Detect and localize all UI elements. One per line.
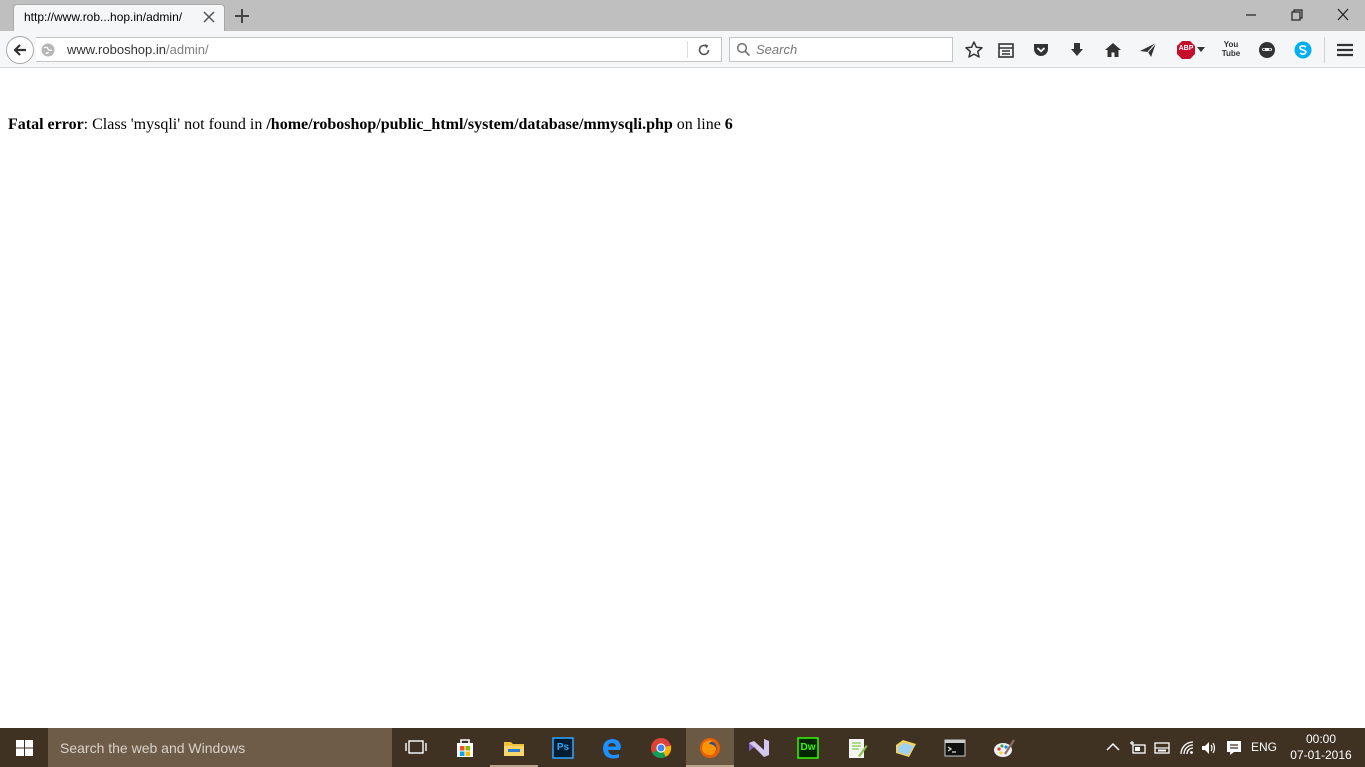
download-icon[interactable] xyxy=(1067,40,1087,60)
youtube-button[interactable]: You Tube xyxy=(1221,39,1241,61)
url-text[interactable]: www.roboshop.in/admin/ xyxy=(67,42,209,57)
error-line-number: 6 xyxy=(724,116,733,133)
visual-studio-icon xyxy=(749,739,769,757)
wifi-icon[interactable] xyxy=(1179,740,1195,756)
clock[interactable]: 00:00 07-01-2016 xyxy=(1285,731,1357,763)
tab-close-icon[interactable] xyxy=(202,10,216,24)
dreamweaver-label: Dw xyxy=(800,742,816,753)
notepad-plus-plus-button[interactable] xyxy=(833,728,881,767)
error-message: Fatal error: Class 'mysqli' not found in… xyxy=(8,98,1348,134)
tab-strip: http://www.rob...hop.in/admin/ xyxy=(0,0,1365,31)
clock-time: 00:00 xyxy=(1305,732,1337,746)
url-separator xyxy=(687,41,688,58)
paint-button[interactable] xyxy=(980,728,1028,767)
store-icon xyxy=(457,739,473,757)
back-button[interactable] xyxy=(6,36,34,64)
paint-icon xyxy=(994,739,1015,757)
error-text-2: on line xyxy=(672,116,725,133)
action-center-icon[interactable] xyxy=(1226,740,1242,756)
language-indicator[interactable]: ENG xyxy=(1251,740,1277,754)
dreamweaver-button[interactable]: Dw xyxy=(784,728,832,767)
menu-icon[interactable] xyxy=(1335,40,1355,60)
visual-studio-button[interactable] xyxy=(735,728,783,767)
windows-logo-icon xyxy=(16,740,33,756)
store-button[interactable] xyxy=(441,728,489,767)
error-file-path: /home/roboshop/public_html/system/databa… xyxy=(266,116,673,133)
taskbar: Ps Dw xyxy=(0,728,1365,767)
notepad-plus-plus-icon xyxy=(849,739,868,758)
folder-icon xyxy=(896,740,916,757)
taskbar-search-box[interactable] xyxy=(48,728,392,767)
search-bar[interactable] xyxy=(729,37,953,62)
error-text-1: : Class 'mysqli' not found in xyxy=(83,116,267,133)
volume-icon[interactable] xyxy=(1201,740,1217,756)
url-host: www.roboshop.in xyxy=(67,42,166,57)
back-arrow-icon xyxy=(13,44,26,56)
command-prompt-icon xyxy=(944,739,966,757)
error-label: Fatal error xyxy=(8,116,84,133)
firefox-button[interactable] xyxy=(686,728,734,767)
adblock-plus-button[interactable]: ABP xyxy=(1176,40,1206,60)
toolbar-separator xyxy=(1324,37,1325,63)
url-path: /admin/ xyxy=(166,42,209,57)
adblock-label: ABP xyxy=(1178,45,1194,52)
command-prompt-button[interactable] xyxy=(931,728,979,767)
search-icon xyxy=(736,42,751,57)
new-tab-icon[interactable] xyxy=(234,8,250,24)
browser-tab[interactable]: http://www.rob...hop.in/admin/ xyxy=(13,4,225,31)
pocket-icon[interactable] xyxy=(1031,40,1051,60)
file-explorer-alt-button[interactable] xyxy=(882,728,930,767)
photoshop-label: Ps xyxy=(556,742,570,753)
chevron-down-icon xyxy=(1197,47,1205,52)
skype-icon[interactable] xyxy=(1293,40,1313,60)
restore-icon[interactable] xyxy=(1287,6,1307,24)
task-view-icon xyxy=(405,740,427,754)
window-close-icon[interactable] xyxy=(1333,6,1353,24)
tab-title: http://www.rob...hop.in/admin/ xyxy=(24,10,183,24)
start-button[interactable] xyxy=(0,728,48,767)
navigation-bar: www.roboshop.in/admin/ Search ABP You Tu… xyxy=(0,31,1365,68)
reading-list-icon[interactable] xyxy=(996,40,1016,60)
chat-icon[interactable] xyxy=(1257,40,1277,60)
minimize-icon[interactable] xyxy=(1241,6,1261,24)
battery-icon[interactable] xyxy=(1129,740,1147,756)
edge-icon xyxy=(603,739,621,759)
url-bar[interactable]: www.roboshop.in/admin/ xyxy=(36,37,722,62)
taskbar-search-input[interactable] xyxy=(58,736,382,760)
file-explorer-icon xyxy=(504,742,524,756)
chevron-up-icon[interactable] xyxy=(1106,742,1120,752)
photoshop-button[interactable]: Ps xyxy=(539,728,587,767)
home-icon[interactable] xyxy=(1103,40,1123,60)
send-icon[interactable] xyxy=(1138,40,1158,60)
youtube-label: You Tube xyxy=(1221,40,1241,58)
firefox-icon xyxy=(700,738,720,758)
file-explorer-button[interactable] xyxy=(490,728,538,767)
clock-date: 07-01-2016 xyxy=(1290,748,1352,762)
globe-icon xyxy=(41,43,55,57)
reload-icon[interactable] xyxy=(696,42,712,58)
chrome-icon xyxy=(651,738,672,759)
edge-button[interactable] xyxy=(588,728,636,767)
keyboard-icon[interactable] xyxy=(1154,740,1170,756)
bookmark-star-icon[interactable] xyxy=(964,40,984,60)
chrome-button[interactable] xyxy=(637,728,685,767)
task-view-button[interactable] xyxy=(392,728,440,767)
search-input[interactable] xyxy=(754,40,948,59)
